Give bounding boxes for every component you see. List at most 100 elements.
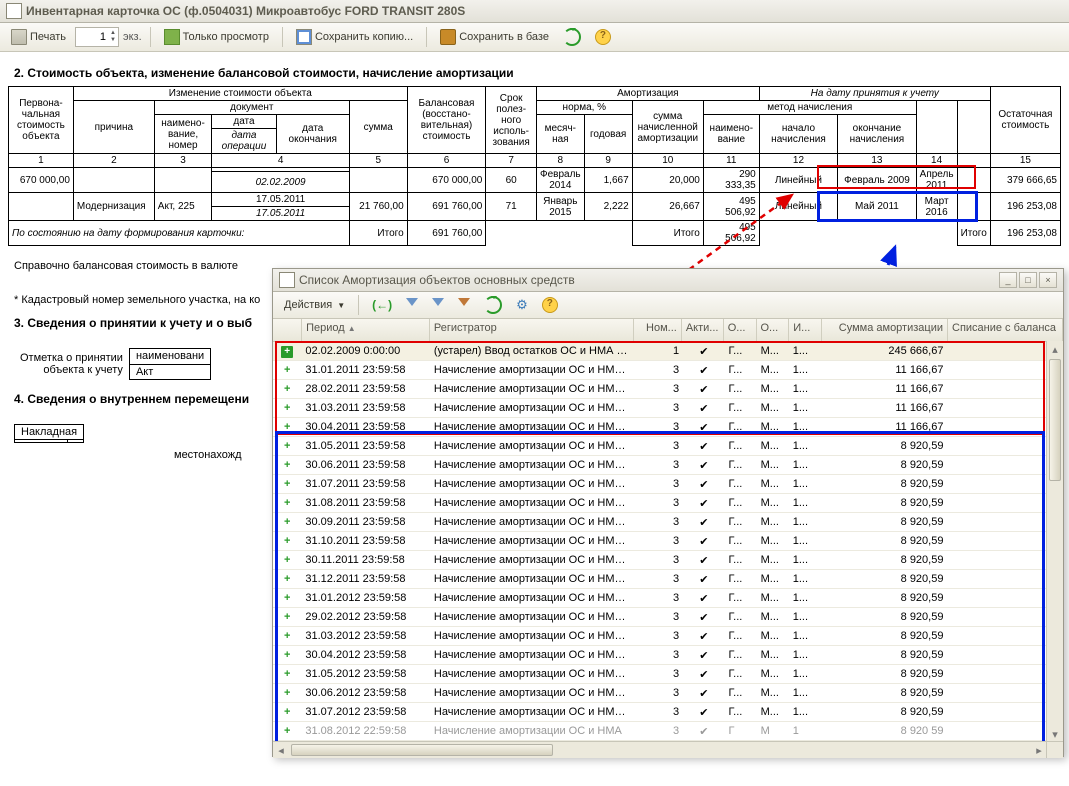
- minimize-button[interactable]: _: [999, 272, 1017, 288]
- help-button[interactable]: ?: [590, 27, 616, 47]
- cell-o2: М...: [757, 459, 789, 471]
- expand-icon[interactable]: +: [273, 535, 301, 547]
- expand-icon[interactable]: +: [273, 459, 301, 471]
- list-item[interactable]: +31.08.2012 22:59:58Начисление амортизац…: [273, 722, 1063, 741]
- list-item[interactable]: +30.04.2011 23:59:58Начисление амортизац…: [273, 418, 1063, 437]
- list-item[interactable]: +30.09.2011 23:59:58Начисление амортизац…: [273, 513, 1063, 532]
- cell-period: 29.02.2012 23:59:58: [301, 611, 430, 623]
- scroll-down-icon[interactable]: ▾: [1047, 726, 1063, 742]
- amortization-list-window[interactable]: Список Амортизация объектов основных сре…: [272, 268, 1064, 757]
- list-item[interactable]: +31.05.2012 23:59:58Начисление амортизац…: [273, 665, 1063, 684]
- list-item[interactable]: +30.11.2011 23:59:58Начисление амортизац…: [273, 551, 1063, 570]
- list-item[interactable]: +31.12.2011 23:59:58Начисление амортизац…: [273, 570, 1063, 589]
- list-item[interactable]: +29.02.2012 23:59:58Начисление амортизац…: [273, 608, 1063, 627]
- hdr-end-date: датаокончания: [276, 115, 349, 154]
- list-item[interactable]: +28.02.2011 23:59:58Начисление амортизац…: [273, 380, 1063, 399]
- expand-icon[interactable]: +: [273, 554, 301, 566]
- cell-o2: М...: [757, 345, 789, 357]
- expand-icon[interactable]: +: [273, 478, 301, 490]
- actions-menu[interactable]: Действия ▼: [279, 297, 350, 313]
- scrollbar-thumb[interactable]: [291, 744, 553, 756]
- expand-icon[interactable]: +: [273, 345, 301, 358]
- list-item[interactable]: +31.05.2011 23:59:58Начисление амортизац…: [273, 437, 1063, 456]
- cell-num: 3: [636, 573, 683, 585]
- filter-by-value-button[interactable]: [427, 296, 449, 314]
- list-item[interactable]: +31.03.2011 23:59:58Начисление амортизац…: [273, 399, 1063, 418]
- expand-icon[interactable]: +: [273, 611, 301, 623]
- hdr-method-group: метод начисления: [703, 101, 916, 115]
- cell-period: 28.02.2011 23:59:58: [301, 383, 430, 395]
- expand-icon[interactable]: +: [273, 687, 301, 699]
- list-item[interactable]: +31.07.2012 23:59:58Начисление амортизац…: [273, 703, 1063, 722]
- save-copy-button[interactable]: Сохранить копию...: [291, 27, 418, 47]
- list-item[interactable]: +31.07.2011 23:59:58Начисление амортизац…: [273, 475, 1063, 494]
- list-item[interactable]: +30.04.2012 23:59:58Начисление амортизац…: [273, 646, 1063, 665]
- expand-icon[interactable]: +: [273, 649, 301, 661]
- cell-o2: М...: [757, 706, 789, 718]
- list-item[interactable]: +31.01.2011 23:59:58Начисление амортизац…: [273, 361, 1063, 380]
- refresh-list-button[interactable]: [479, 294, 507, 316]
- expand-icon[interactable]: +: [273, 421, 301, 433]
- settings-button[interactable]: ⚙: [511, 295, 533, 315]
- col-active[interactable]: Акти...: [682, 319, 724, 341]
- list-item[interactable]: +31.08.2011 23:59:58Начисление амортизац…: [273, 494, 1063, 513]
- scrollbar-vertical[interactable]: ▴ ▾: [1046, 341, 1063, 742]
- close-button[interactable]: ×: [1039, 272, 1057, 288]
- list-item[interactable]: +30.06.2011 23:59:58Начисление амортизац…: [273, 456, 1063, 475]
- accept-line1: Отметка о принятии: [20, 352, 123, 364]
- expand-icon[interactable]: +: [273, 668, 301, 680]
- nav-back-button[interactable]: (←): [367, 296, 397, 314]
- help-button[interactable]: ?: [537, 295, 563, 315]
- list-item[interactable]: +31.10.2011 23:59:58Начисление амортизац…: [273, 532, 1063, 551]
- expand-icon[interactable]: +: [273, 516, 301, 528]
- spinner-up-icon[interactable]: ▲: [108, 30, 118, 37]
- accept-line2: объекта к учету: [20, 364, 123, 376]
- col-o1[interactable]: О...: [724, 319, 757, 341]
- filter-button[interactable]: [401, 296, 423, 314]
- list-item[interactable]: +30.06.2012 23:59:58Начисление амортизац…: [273, 684, 1063, 703]
- expand-icon[interactable]: +: [273, 383, 301, 395]
- expand-icon[interactable]: +: [273, 440, 301, 452]
- col-registrar[interactable]: Регистратор: [430, 319, 635, 341]
- preview-button[interactable]: Только просмотр: [159, 27, 274, 47]
- amortization-grid[interactable]: Период▲ Регистратор Ном... Акти... О... …: [273, 319, 1063, 758]
- expand-icon[interactable]: +: [273, 630, 301, 642]
- col-writeoff[interactable]: Списание с баланса: [948, 319, 1063, 341]
- scrollbar-horizontal[interactable]: ◂ ▸: [273, 741, 1047, 758]
- list-item[interactable]: +31.03.2012 23:59:58Начисление амортизац…: [273, 627, 1063, 646]
- expand-icon[interactable]: +: [273, 364, 301, 376]
- expand-icon[interactable]: +: [273, 725, 301, 737]
- spinner-down-icon[interactable]: ▼: [108, 37, 118, 44]
- col-sum[interactable]: Сумма амортизации: [822, 319, 948, 341]
- refresh-button[interactable]: [558, 26, 586, 48]
- list-item[interactable]: +02.02.2009 0:00:00(устарел) Ввод остатк…: [273, 342, 1063, 361]
- scroll-up-icon[interactable]: ▴: [1047, 341, 1063, 357]
- cell-period: 30.09.2011 23:59:58: [301, 516, 430, 528]
- expand-icon[interactable]: +: [273, 573, 301, 585]
- copies-input[interactable]: [76, 31, 108, 43]
- expand-icon[interactable]: +: [273, 497, 301, 509]
- list-item[interactable]: +31.01.2012 23:59:58Начисление амортизац…: [273, 589, 1063, 608]
- clear-filter-button[interactable]: [453, 296, 475, 314]
- expand-icon[interactable]: +: [273, 706, 301, 718]
- col-num[interactable]: Ном...: [634, 319, 681, 341]
- scroll-right-icon[interactable]: ▸: [1031, 742, 1047, 758]
- cell-registrar: Начисление амортизации ОС и НМА ...: [430, 402, 636, 414]
- expand-icon[interactable]: +: [273, 592, 301, 604]
- maximize-button[interactable]: □: [1019, 272, 1037, 288]
- col-o2[interactable]: О...: [757, 319, 790, 341]
- save-db-button[interactable]: Сохранить в базе: [435, 27, 554, 47]
- scrollbar-thumb[interactable]: [1049, 359, 1061, 481]
- copies-spinner[interactable]: ▲▼: [75, 27, 119, 47]
- refresh-icon: [484, 296, 502, 314]
- scroll-left-icon[interactable]: ◂: [273, 742, 289, 758]
- expand-icon[interactable]: +: [273, 402, 301, 414]
- cell-num: 3: [636, 706, 683, 718]
- cell-active: ✔: [683, 345, 724, 358]
- col-i[interactable]: И...: [789, 319, 822, 341]
- col-period[interactable]: Период▲: [302, 319, 430, 341]
- cell-i: 1...: [789, 364, 821, 376]
- cell-sum: 245 666,67: [821, 345, 948, 357]
- print-button[interactable]: Печать: [6, 27, 71, 47]
- cell-registrar: Начисление амортизации ОС и НМА ...: [430, 687, 636, 699]
